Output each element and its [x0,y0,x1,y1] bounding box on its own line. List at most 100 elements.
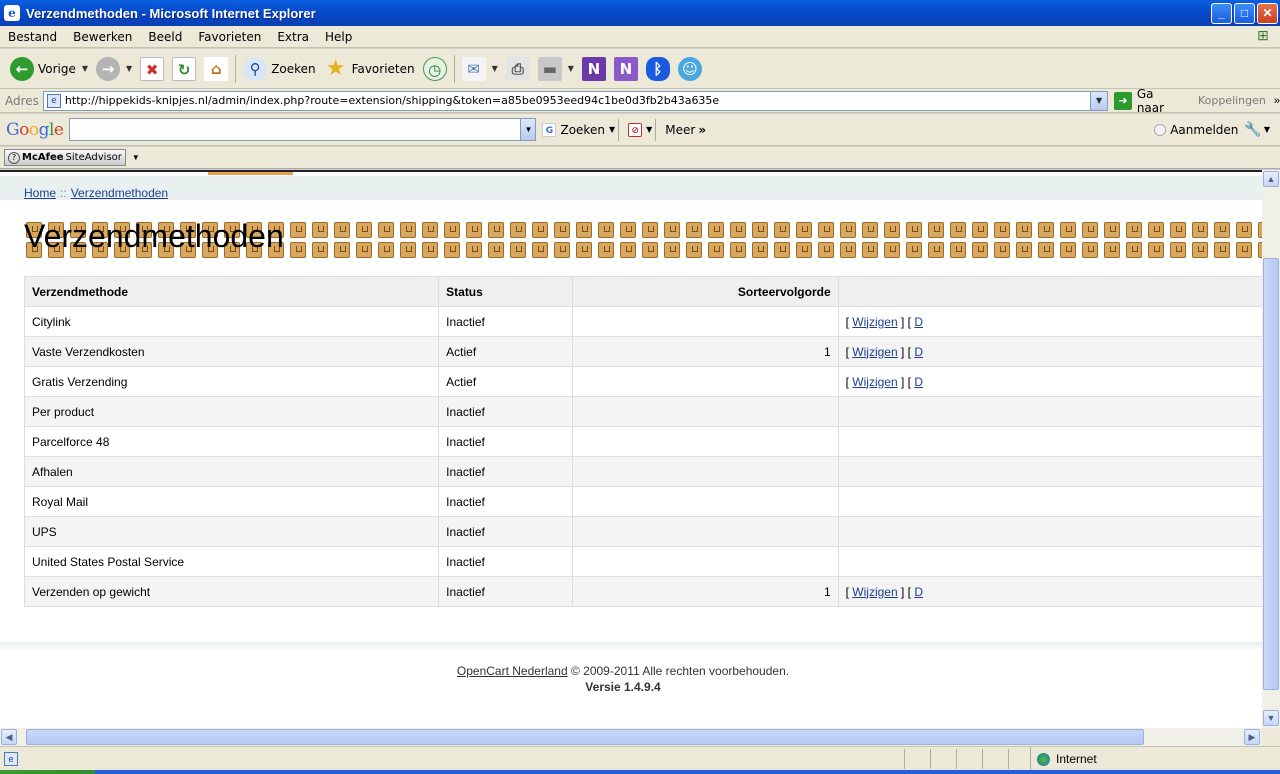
edit-icon: ▬ [537,56,562,81]
signin-button[interactable]: Aanmelden [1154,123,1238,137]
edit-link[interactable]: Wijzigen [852,315,897,329]
toolbar-separator [655,118,657,141]
box-icon [840,242,856,258]
cell-status: Actief [438,366,573,397]
scroll-right-icon[interactable]: ▶ [1244,729,1260,745]
print-button[interactable]: ⎙ [502,53,534,85]
address-dropdown-icon[interactable]: ▼ [1090,91,1108,110]
edit-link[interactable]: Wijzigen [852,375,897,389]
header-status[interactable]: Status [438,276,573,307]
edit-link[interactable]: Wijzigen [852,345,897,359]
box-icon [1104,242,1120,258]
security-zone[interactable]: Internet [1030,747,1097,771]
print-icon: ⎙ [505,56,530,81]
chevron-down-icon: ▼ [608,125,616,134]
scroll-left-icon[interactable]: ◀ [1,729,17,745]
google-search-label: Zoeken [560,122,605,137]
user-icon [1154,123,1167,136]
home-button[interactable]: ⌂ [200,53,232,85]
mcafee-siteadvisor-button[interactable]: ? McAfee SiteAdvisor [4,149,126,166]
menu-help[interactable]: Help [317,30,360,44]
ie-icon: e [4,5,20,21]
minimize-button[interactable]: _ [1211,2,1232,24]
menu-beeld[interactable]: Beeld [140,30,190,44]
favorites-button[interactable]: ★ Favorieten [320,53,419,85]
box-icon [510,222,526,238]
scroll-up-icon[interactable]: ▲ [1263,171,1279,187]
vertical-scrollbar[interactable]: ▲ ▼ [1262,170,1280,728]
links-button[interactable]: Koppelingen [1198,94,1266,107]
onenote-send-button[interactable]: N [610,53,642,85]
stop-button[interactable]: ✖ [136,53,168,85]
history-button[interactable]: ◷ [419,53,451,85]
vertical-scroll-thumb[interactable] [1263,258,1279,690]
box-icon [752,222,768,238]
header-verzendmethode[interactable]: Verzendmethode [23,276,440,307]
horizontal-scroll-thumb[interactable] [26,729,1144,745]
mail-dropdown-icon[interactable]: ▼ [492,64,498,73]
chevron-right-icon[interactable]: » [1274,95,1280,107]
cell-actions: [ Wijzigen ] [ D [838,306,1262,337]
settings-button[interactable]: 🔧 ▼ [1244,122,1270,138]
google-search-input[interactable]: ▼ [69,118,537,141]
horizontal-scrollbar[interactable]: ◀ ▶ [0,728,1262,746]
menu-extra[interactable]: Extra [269,30,317,44]
edit-link[interactable]: Wijzigen [852,585,897,599]
status-divider [1008,749,1009,769]
forward-dropdown-icon[interactable]: ▼ [126,64,132,73]
cell-method: United States Postal Service [23,546,440,577]
google-search-button[interactable]: G Zoeken ▼ [542,122,616,137]
cell-method: Afhalen [23,456,440,487]
mail-button[interactable]: ✉ ▼ [458,53,502,85]
address-input[interactable]: e http://hippekids-knipjes.nl/admin/inde… [42,90,1109,111]
breadcrumb-current[interactable]: Verzendmethoden [71,186,168,200]
delete-link[interactable]: D [914,345,923,359]
delete-link[interactable]: D [914,315,923,329]
box-icon [708,222,724,238]
cell-actions: [ Wijzigen ] [ D [838,336,1262,367]
table-row: Afhalen Inactief [23,456,1262,487]
mcafee-toolbar: ? McAfee SiteAdvisor ▼ [0,147,1280,169]
google-logo: Google [6,119,64,140]
chevron-down-icon[interactable]: ▼ [132,153,140,162]
edit-dropdown-icon[interactable]: ▼ [568,64,574,73]
messenger-button[interactable]: ☺ [674,53,706,85]
bluetooth-button[interactable]: ᛒ [642,53,674,85]
breadcrumb-home[interactable]: Home [24,186,56,200]
box-icon [554,242,570,258]
forward-button[interactable]: → ▼ [92,53,136,85]
cell-sort-order [572,366,839,397]
google-search-dropdown-icon[interactable]: ▼ [520,119,536,140]
refresh-button[interactable]: ↻ [168,53,200,85]
table-row: Verzenden op gewicht Inactief 1[ Wijzigen … [23,576,1262,607]
box-icon [1038,242,1054,258]
search-button[interactable]: ⚲ Zoeken [239,53,319,85]
footer-link[interactable]: OpenCart Nederland [457,664,568,678]
status-divider [982,749,983,769]
box-icon [422,222,438,238]
menu-bewerken[interactable]: Bewerken [65,30,140,44]
box-icon [1170,222,1186,238]
back-button[interactable]: ← Vorige ▼ [6,53,92,85]
onenote-button[interactable]: N [578,53,610,85]
table-row: Per product Inactief [23,396,1262,427]
popup-blocker-button[interactable]: ⊘ ▼ [628,122,652,137]
table-header-row: Verzendmethode Status Sorteervolgorde [23,276,1262,307]
more-button[interactable]: Meer » [665,123,706,137]
edit-button[interactable]: ▬ ▼ [534,53,578,85]
header-sorteervolgorde[interactable]: Sorteervolgorde [571,276,839,307]
back-dropdown-icon[interactable]: ▼ [82,64,88,73]
menu-favorieten[interactable]: Favorieten [190,30,269,44]
page-icon: e [46,93,61,108]
close-button[interactable]: ✕ [1257,2,1278,24]
box-icon [466,222,482,238]
delete-link[interactable]: D [914,585,923,599]
box-icon [752,242,768,258]
scroll-down-icon[interactable]: ▼ [1263,710,1279,726]
menu-bestand[interactable]: Bestand [0,30,65,44]
delete-link[interactable]: D [914,375,923,389]
footer: OpenCart Nederland © 2009-2011 Alle rech… [0,642,1262,728]
go-button[interactable]: ➜ Ga naar [1114,87,1184,115]
box-icon [1082,242,1098,258]
maximize-button[interactable]: □ [1234,2,1255,24]
